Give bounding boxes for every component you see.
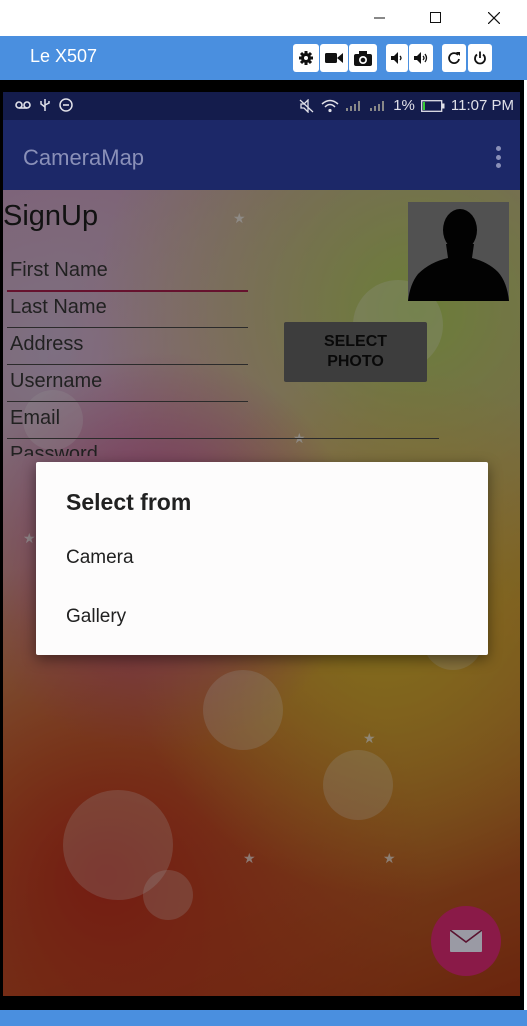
select-source-dialog: Select from Camera Gallery [36,462,488,655]
mail-icon [450,930,482,952]
vysor-toolbar: Le X507 [0,36,527,80]
dialog-option-gallery[interactable]: Gallery [36,588,488,644]
wifi-icon [321,99,339,112]
camera-icon [354,50,372,66]
maximize-button[interactable] [413,0,459,36]
mute-icon [299,98,314,113]
usb-icon [40,99,50,111]
battery-percent: 1% [393,97,415,114]
signal-icon-2 [370,100,385,111]
overflow-menu-button[interactable] [494,146,502,168]
gear-icon [299,51,313,65]
fab-mail-button[interactable] [431,906,501,976]
video-camera-icon [325,53,343,63]
battery-icon [420,99,445,112]
status-bar: 1% 11:07 PM [3,92,520,120]
device-name: Le X507 [30,46,98,66]
window-titlebar [0,0,527,36]
record-button[interactable] [320,44,348,72]
volume-up-icon [414,52,428,64]
power-button[interactable] [468,44,492,72]
minimize-icon [374,17,385,19]
do-not-disturb-icon [59,98,73,112]
voicemail-icon [15,101,31,109]
dialog-title: Select from [66,489,192,515]
close-icon [488,12,500,24]
clock: 11:07 PM [450,97,514,114]
app-bar: CameraMap [3,120,520,190]
vysor-bottom-bar [0,1010,527,1026]
more-vert-icon [495,146,501,151]
volume-up-button[interactable] [409,44,433,72]
signal-icon-1 [346,100,361,111]
rotate-button[interactable] [442,44,466,72]
screenshot-button[interactable] [349,44,377,72]
close-button[interactable] [471,0,517,36]
rotate-icon [448,52,460,64]
volume-down-button[interactable] [386,44,408,72]
settings-button[interactable] [293,44,319,72]
maximize-icon [430,12,441,23]
dialog-option-camera[interactable]: Camera [36,529,488,585]
minimize-button[interactable] [357,0,403,36]
app-title: CameraMap [23,145,145,170]
power-icon [474,51,486,65]
volume-down-icon [391,52,402,64]
